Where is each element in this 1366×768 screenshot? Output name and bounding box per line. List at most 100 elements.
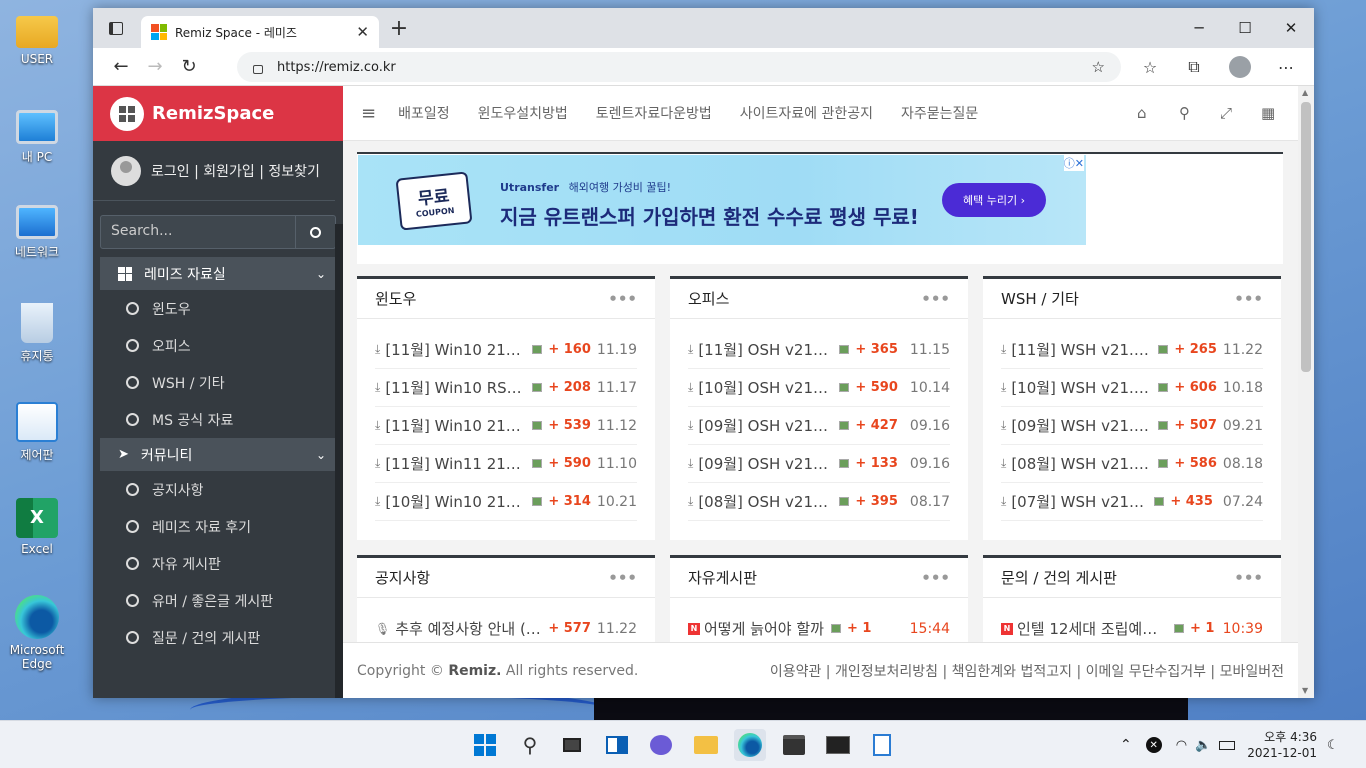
desktop-icon-mypc[interactable]: 내 PC [2,110,72,165]
list-item[interactable]: ⤓ [07월] WSH v21.07 Final + 435 07.24 [1001,483,1263,521]
ad-cta-button[interactable]: 혜택 누리기 › [942,183,1046,217]
desktop-icon-edge[interactable]: Microsoft Edge [2,595,72,671]
list-item[interactable]: ⤓ [10월] Win10 21H1 x64 Pro + 314 10.21 [375,483,637,521]
nav-site-notice[interactable]: 사이트자료에 관한공지 [740,103,873,123]
brand-header[interactable]: RemizSpace [93,86,343,141]
scrollbar-thumb[interactable] [1301,102,1311,372]
list-item[interactable]: ⤓ [11월] OSH v21.11 Office + 365 11.15 [688,331,950,369]
list-item[interactable]: ⤓ [11월] Win11 21H2 x64 Pro + 590 11.10 [375,445,637,483]
notification-moon-icon[interactable]: ☾ [1327,738,1339,753]
ad-info-close-icon[interactable]: ⓘ✕ [1063,155,1084,171]
panel-title[interactable]: 공지사항 [375,567,430,588]
panel-title[interactable]: 윈도우 [375,288,416,309]
item-title[interactable]: 추후 예정사항 안내 (출시 예정) [395,618,545,639]
more-dots-icon[interactable]: ••• [608,569,637,587]
item-title[interactable]: [11월] Win10 21H2 x86 Pro [385,415,525,436]
search-button[interactable] [296,215,336,249]
url-field[interactable]: https://remiz.co.kr ☆ [237,52,1121,82]
search-input[interactable]: Search... [100,215,296,249]
item-title[interactable]: [09월] OSH v21.09 Office [698,415,832,436]
item-title[interactable]: [08월] OSH v21.08 Office [698,491,832,512]
item-title[interactable]: 인텔 12세대 조립예정인데 질문 [1017,618,1167,639]
scroll-down-icon[interactable]: ▼ [1302,686,1308,695]
store-icon[interactable] [778,729,810,761]
sidebar-group-archive[interactable]: 레미즈 자료실 ⌄ [100,257,336,290]
item-title[interactable]: [11월] Win11 21H2 x64 Pro [385,453,525,474]
panel-title[interactable]: 오피스 [688,288,729,309]
item-title[interactable]: [10월] WSH v21.10 [1011,377,1151,398]
item-title[interactable]: 어떻게 늙어야 할까 [704,618,824,639]
item-title[interactable]: [11월] WSH v21.11 [1011,339,1151,360]
list-item[interactable]: ⤓ [09월] OSH v21.09 Office + 427 09.16 [688,407,950,445]
wifi-icon[interactable]: ◠ [1176,738,1187,753]
grid-icon[interactable]: ▦ [1261,104,1275,122]
task-view-icon[interactable] [556,729,588,761]
favorites-icon[interactable]: ☆ [1133,52,1167,82]
sidebar-scrollbar[interactable] [335,224,343,698]
sidebar-item-notice[interactable]: 공지사항 [93,471,343,508]
nav-install-guide[interactable]: 윈도우설치방법 [478,103,568,123]
list-item[interactable]: ⤓ [08월] WSH v21.08 + 586 08.18 [1001,445,1263,483]
refresh-icon[interactable]: ↻ [172,52,206,82]
ad-banner[interactable]: 무료 COUPON Utransfer 해외여행 가성비 꿀팁! 지금 유트랜스퍼… [358,155,1086,245]
login-links[interactable]: 로그인 | 회원가입 | 정보찾기 [151,161,320,181]
list-item[interactable]: ⤓ [09월] WSH v21.09 + 507 09.21 [1001,407,1263,445]
settings-more-button[interactable]: ⋯ [1269,52,1303,82]
hamburger-menu-icon[interactable]: ≡ [361,103,376,124]
clock[interactable]: 오후 4:36 2021-12-01 [1247,729,1317,761]
maximize-button[interactable]: ☐ [1222,8,1268,48]
sidebar-item-ms-official[interactable]: MS 공식 자료 [93,401,343,438]
list-item[interactable]: ⤓ [11월] WSH v21.11 + 265 11.22 [1001,331,1263,369]
item-title[interactable]: [11월] Win10 21H2 x64 Pro [385,339,525,360]
start-button[interactable] [469,729,501,761]
taskbar-search-icon[interactable]: ⚲ [514,729,546,761]
sidebar-item-qna-board[interactable]: 질문 / 건의 게시판 [93,619,343,656]
sidebar-item-free-board[interactable]: 자유 게시판 [93,545,343,582]
sidebar-item-wsh[interactable]: WSH / 기타 [93,364,343,401]
item-title[interactable]: [11월] OSH v21.11 Office [698,339,832,360]
notepad-icon[interactable] [866,729,898,761]
panel-title[interactable]: WSH / 기타 [1001,288,1079,309]
minimize-button[interactable]: ─ [1176,8,1222,48]
sidebar-item-windows[interactable]: 윈도우 [93,290,343,327]
item-title[interactable]: [09월] OSH v21.09 Office [698,453,832,474]
list-item[interactable]: ⤓ [11월] Win10 21H2 x86 Pro + 539 11.12 [375,407,637,445]
list-item[interactable]: ⤓ [08월] OSH v21.08 Office + 395 08.17 [688,483,950,521]
item-title[interactable]: [07월] WSH v21.07 Final [1011,491,1147,512]
panel-title[interactable]: 문의 / 건의 게시판 [1001,567,1117,588]
chat-icon[interactable] [645,729,677,761]
nav-faq[interactable]: 자주묻는질문 [901,103,978,123]
more-dots-icon[interactable]: ••• [921,569,950,587]
sidebar-item-reviews[interactable]: 레미즈 자료 후기 [93,508,343,545]
new-tab-button[interactable]: + [385,16,413,41]
sidebar-item-office[interactable]: 오피스 [93,327,343,364]
home-icon[interactable]: ⌂ [1137,104,1147,122]
volume-icon[interactable]: 🔈 [1195,738,1211,753]
back-arrow-icon[interactable]: ← [104,52,138,82]
tab-remiz[interactable]: Remiz Space - 레미즈 ✕ [141,16,379,48]
more-dots-icon[interactable]: ••• [608,290,637,308]
list-item[interactable]: ⤓ [11월] Win10 21H2 x64 Pro + 160 11.19 [375,331,637,369]
more-dots-icon[interactable]: ••• [1234,290,1263,308]
item-title[interactable]: [10월] OSH v21.10 Office [698,377,832,398]
desktop-icon-user[interactable]: USER [2,12,72,66]
close-window-button[interactable]: ✕ [1268,8,1314,48]
item-title[interactable]: [11월] Win10 RS5 x64 LTSC [385,377,525,398]
desktop-icon-network[interactable]: 네트워크 [2,205,72,260]
page-scrollbar[interactable]: ▲ ▼ [1298,86,1314,698]
widgets-icon[interactable] [601,729,633,761]
battery-icon[interactable] [1219,740,1236,750]
collections-icon[interactable]: ⧉ [1177,52,1211,82]
profile-avatar[interactable] [1223,52,1257,82]
item-title[interactable]: [09월] WSH v21.09 [1011,415,1151,436]
search-icon[interactable]: ⚲ [1179,104,1190,122]
app-tray-icon[interactable]: ✕ [1145,737,1162,753]
list-item[interactable]: ⤓ [10월] OSH v21.10 Office + 590 10.14 [688,369,950,407]
footer-links[interactable]: 이용약관 | 개인정보처리방침 | 책임한계와 법적고지 | 이메일 무단수집거… [770,661,1284,681]
item-title[interactable]: [10월] Win10 21H1 x64 Pro [385,491,525,512]
more-dots-icon[interactable]: ••• [1234,569,1263,587]
desktop-icon-recycle-bin[interactable]: 휴지통 [2,303,72,364]
add-favorite-icon[interactable]: ☆ [1092,58,1105,76]
item-title[interactable]: [08월] WSH v21.08 [1011,453,1151,474]
list-item[interactable]: ⤓ [09월] OSH v21.09 Office + 133 09.16 [688,445,950,483]
